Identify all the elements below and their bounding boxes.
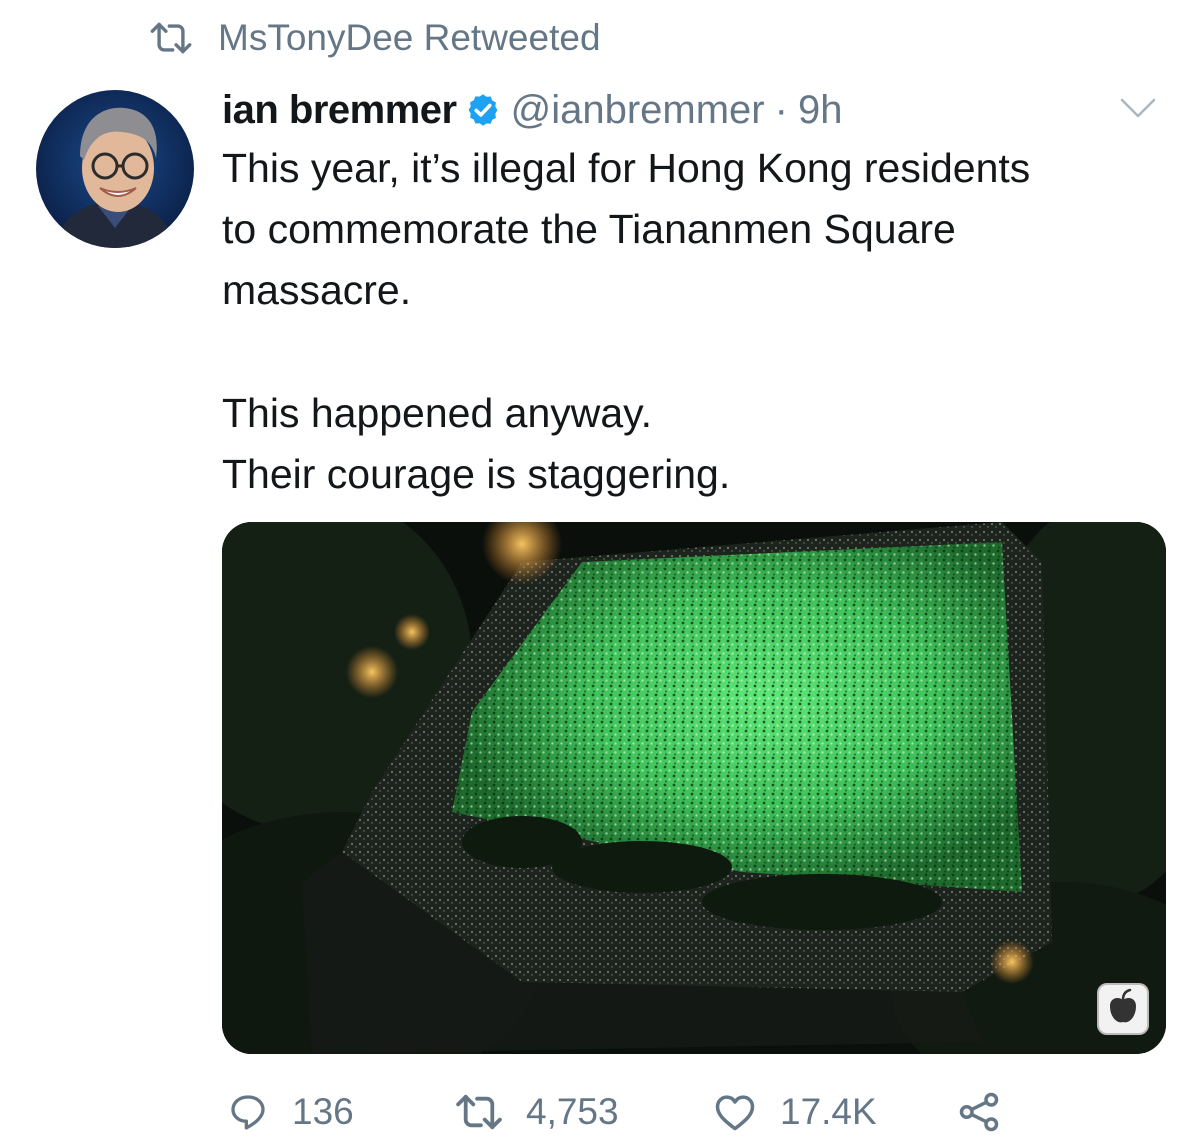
like-count: 17.4K bbox=[780, 1091, 877, 1132]
tweet-text-line: to commemorate the Tiananmen Square bbox=[222, 206, 956, 252]
retweet-icon bbox=[456, 1094, 502, 1130]
author-handle[interactable]: @ianbremmer bbox=[511, 88, 765, 133]
tweet-media-photo[interactable] bbox=[222, 522, 1166, 1054]
share-button[interactable] bbox=[958, 1082, 1024, 1142]
tweet-text-line: massacre. bbox=[222, 267, 412, 313]
author-name[interactable]: ian bremmer bbox=[222, 88, 457, 133]
retweet-button[interactable]: 4,753 bbox=[456, 1082, 619, 1142]
vigil-aerial-photo bbox=[222, 522, 1166, 1054]
reply-count: 136 bbox=[292, 1091, 354, 1132]
tweet-actions: 136 4,753 17.4K bbox=[222, 1082, 1122, 1142]
tweet-header: ian bremmer @ianbremmer · 9h bbox=[222, 84, 1164, 136]
tweet-text: This year, it’s illegal for Hong Kong re… bbox=[222, 138, 1172, 505]
heart-icon bbox=[715, 1095, 755, 1131]
tweet-timestamp[interactable]: 9h bbox=[798, 88, 843, 133]
tweet-text-line: Their courage is staggering. bbox=[222, 451, 731, 497]
share-icon bbox=[959, 1092, 999, 1132]
social-context-text: MsTonyDee Retweeted bbox=[218, 17, 601, 58]
reply-icon bbox=[231, 1095, 265, 1130]
avatar-image bbox=[36, 90, 194, 248]
retweet-count: 4,753 bbox=[526, 1091, 619, 1132]
tweet-text-line: This year, it’s illegal for Hong Kong re… bbox=[222, 145, 1031, 191]
reply-button[interactable]: 136 bbox=[228, 1082, 354, 1142]
header-separator: · bbox=[774, 87, 788, 132]
social-context[interactable]: MsTonyDee Retweeted bbox=[150, 14, 601, 62]
apple-daily-logo-icon bbox=[1097, 983, 1149, 1035]
like-button[interactable]: 17.4K bbox=[714, 1082, 877, 1142]
chevron-down-icon[interactable] bbox=[1118, 94, 1158, 122]
tweet-text-line: This happened anyway. bbox=[222, 390, 653, 436]
retweet-icon bbox=[150, 22, 192, 54]
avatar[interactable] bbox=[36, 90, 194, 248]
verified-badge-icon bbox=[468, 94, 498, 126]
